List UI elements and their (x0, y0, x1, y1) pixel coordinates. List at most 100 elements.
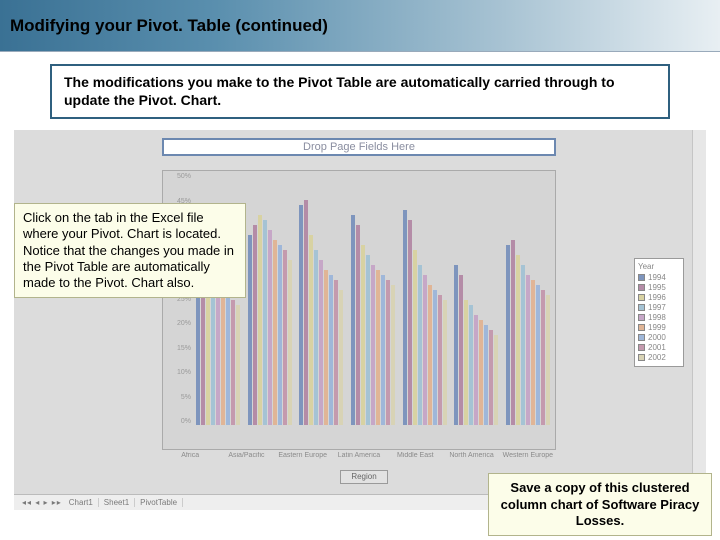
bar[interactable] (541, 290, 545, 425)
bar[interactable] (403, 210, 407, 425)
pivot-field-region-button[interactable]: Region (340, 470, 388, 484)
category-label: North America (443, 452, 499, 466)
bar[interactable] (418, 265, 422, 425)
sheet-tab[interactable]: PivotTable (135, 498, 183, 507)
bar[interactable] (413, 250, 417, 425)
vertical-scrollbar[interactable] (692, 130, 706, 494)
bar[interactable] (479, 320, 483, 425)
bar[interactable] (356, 225, 360, 425)
y-tick: 10% (163, 369, 191, 376)
legend-label: 1997 (648, 303, 666, 312)
bar[interactable] (546, 295, 550, 425)
bar[interactable] (334, 280, 338, 425)
bar[interactable] (386, 280, 390, 425)
bar[interactable] (511, 240, 515, 425)
bar[interactable] (361, 245, 365, 425)
bar[interactable] (423, 275, 427, 425)
bar[interactable] (433, 290, 437, 425)
pivot-drop-page-fields[interactable]: Drop Page Fields Here (162, 138, 556, 156)
bar[interactable] (253, 225, 257, 425)
x-axis-categories: AfricaAsia/PacificEastern EuropeLatin Am… (162, 452, 556, 466)
bar[interactable] (248, 235, 252, 425)
bar[interactable] (339, 290, 343, 425)
bar-group (505, 175, 551, 425)
bar[interactable] (299, 205, 303, 425)
legend-title: Year (638, 262, 680, 271)
bar[interactable] (366, 255, 370, 425)
bar[interactable] (428, 285, 432, 425)
legend-item: 1994 (638, 273, 680, 282)
legend-item: 2000 (638, 333, 680, 342)
bar[interactable] (459, 275, 463, 425)
bar[interactable] (521, 265, 525, 425)
bar-group (247, 175, 293, 425)
bar[interactable] (221, 290, 225, 425)
bar[interactable] (258, 215, 262, 425)
bar[interactable] (454, 265, 458, 425)
sheet-tab[interactable]: Sheet1 (99, 498, 135, 507)
bar[interactable] (319, 260, 323, 425)
bar[interactable] (226, 295, 230, 425)
bar[interactable] (263, 220, 267, 425)
bar[interactable] (489, 330, 493, 425)
bar[interactable] (516, 255, 520, 425)
bar[interactable] (288, 260, 292, 425)
sheet-tab[interactable]: Chart1 (64, 498, 99, 507)
callout-left: Click on the tab in the Excel file where… (14, 203, 246, 298)
page-title: Modifying your Pivot. Table (continued) (10, 16, 328, 36)
bar[interactable] (381, 275, 385, 425)
legend-label: 1996 (648, 293, 666, 302)
legend-label: 1999 (648, 323, 666, 332)
bar[interactable] (268, 230, 272, 425)
legend-label: 1995 (648, 283, 666, 292)
tab-nav-arrows[interactable]: ◂◂ ◂ ▸ ▸▸ (22, 498, 62, 507)
legend-swatch (638, 294, 645, 301)
legend-swatch (638, 314, 645, 321)
y-tick: 20% (163, 320, 191, 327)
legend-label: 1994 (648, 273, 666, 282)
bar[interactable] (376, 270, 380, 425)
bar[interactable] (309, 235, 313, 425)
bar[interactable] (351, 215, 355, 425)
category-label: Eastern Europe (275, 452, 331, 466)
y-tick: 50% (163, 173, 191, 180)
bar[interactable] (216, 285, 220, 425)
legend-label: 2002 (648, 353, 666, 362)
bar[interactable] (464, 300, 468, 425)
bar[interactable] (304, 200, 308, 425)
bar[interactable] (438, 295, 442, 425)
bar[interactable] (531, 280, 535, 425)
category-label: Africa (162, 452, 218, 466)
legend-item: 1996 (638, 293, 680, 302)
bar[interactable] (231, 300, 235, 425)
legend-label: 2000 (648, 333, 666, 342)
bar-group (454, 175, 500, 425)
bar[interactable] (278, 245, 282, 425)
bar[interactable] (283, 250, 287, 425)
excel-chart-sheet: Drop Page Fields Here 50%45%40%35%30%25%… (14, 130, 706, 510)
bar[interactable] (443, 300, 447, 425)
legend-swatch (638, 344, 645, 351)
bar[interactable] (408, 220, 412, 425)
bar[interactable] (506, 245, 510, 425)
bar[interactable] (484, 325, 488, 425)
legend-item: 1998 (638, 313, 680, 322)
bar[interactable] (474, 315, 478, 425)
bar[interactable] (371, 265, 375, 425)
bar-group (298, 175, 344, 425)
bar[interactable] (314, 250, 318, 425)
legend-label: 2001 (648, 343, 666, 352)
bar[interactable] (391, 285, 395, 425)
bar[interactable] (273, 240, 277, 425)
bar[interactable] (324, 270, 328, 425)
legend-item: 1997 (638, 303, 680, 312)
legend-swatch (638, 354, 645, 361)
bar[interactable] (526, 275, 530, 425)
bar[interactable] (469, 305, 473, 425)
bar[interactable] (236, 305, 240, 425)
bar-group (350, 175, 396, 425)
bar[interactable] (536, 285, 540, 425)
category-label: Middle East (387, 452, 443, 466)
bar[interactable] (494, 335, 498, 425)
bar[interactable] (329, 275, 333, 425)
